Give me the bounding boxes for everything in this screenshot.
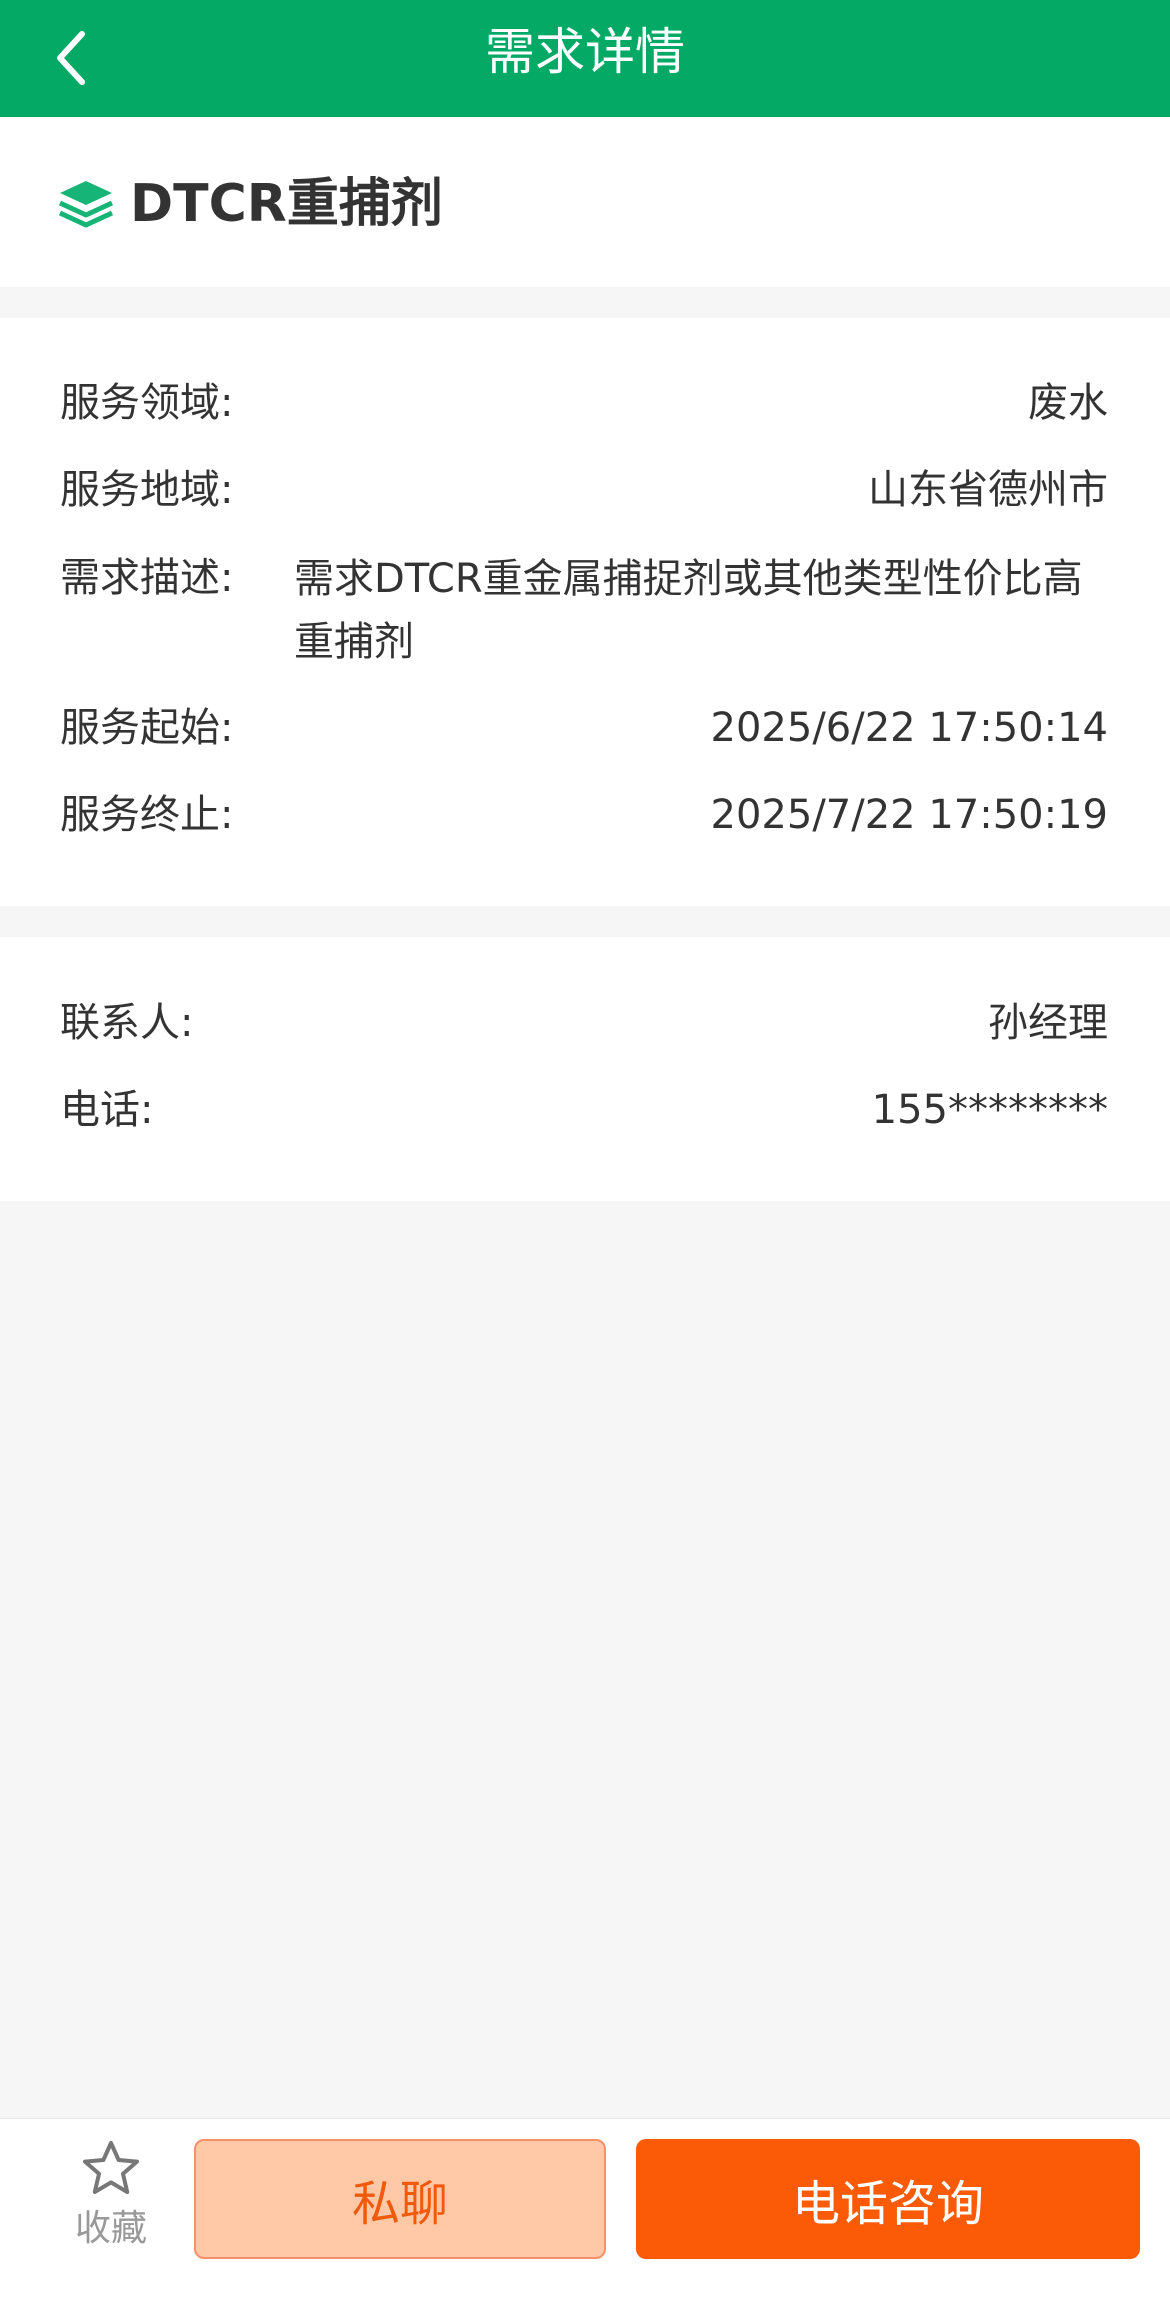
info-value: 废水 <box>1028 380 1108 426</box>
info-value: 2025/7/22 17:50:19 <box>710 792 1108 838</box>
info-row-description: 需求描述: 需求DTCR重金属捕捉剂或其他类型性价比高重捕剂 <box>60 548 1108 674</box>
info-label: 服务领域: <box>60 380 234 426</box>
contact-label: 联系人: <box>60 1000 194 1046</box>
info-label: 服务起始: <box>60 705 234 751</box>
bottom-action-bar: 收藏 私聊 电话咨询 <box>0 2118 1170 2300</box>
demand-title: DTCR重捕剂 <box>130 174 443 234</box>
private-chat-button[interactable]: 私聊 <box>194 2139 606 2259</box>
info-label: 服务终止: <box>60 792 234 838</box>
favorite-button[interactable]: 收藏 <box>62 2139 160 2259</box>
phone-consult-button[interactable]: 电话咨询 <box>636 2139 1140 2259</box>
page-title: 需求详情 <box>485 23 685 81</box>
info-value: 2025/6/22 17:50:14 <box>710 705 1108 751</box>
info-value: 需求DTCR重金属捕捉剂或其他类型性价比高重捕剂 <box>294 556 1083 665</box>
contact-value: 155******** <box>871 1087 1108 1133</box>
star-icon <box>83 2141 139 2194</box>
info-label: 需求描述: <box>60 555 234 601</box>
info-label: 服务地域: <box>60 467 234 513</box>
app-header: 需求详情 <box>0 0 1170 117</box>
contact-value: 孙经理 <box>988 1000 1108 1046</box>
demand-info-card: 服务领域: 废水 服务地域: 山东省德州市 需求描述: 需求DTCR重金属捕捉剂… <box>0 318 1170 906</box>
favorite-label: 收藏 <box>74 2208 147 2249</box>
contact-label: 电话: <box>60 1087 154 1133</box>
demand-title-card: DTCR重捕剂 <box>0 117 1170 287</box>
info-value: 山东省德州市 <box>868 467 1108 513</box>
contact-card: 联系人: 孙经理 电话: 155******** <box>0 937 1170 1201</box>
layers-icon <box>58 181 114 228</box>
